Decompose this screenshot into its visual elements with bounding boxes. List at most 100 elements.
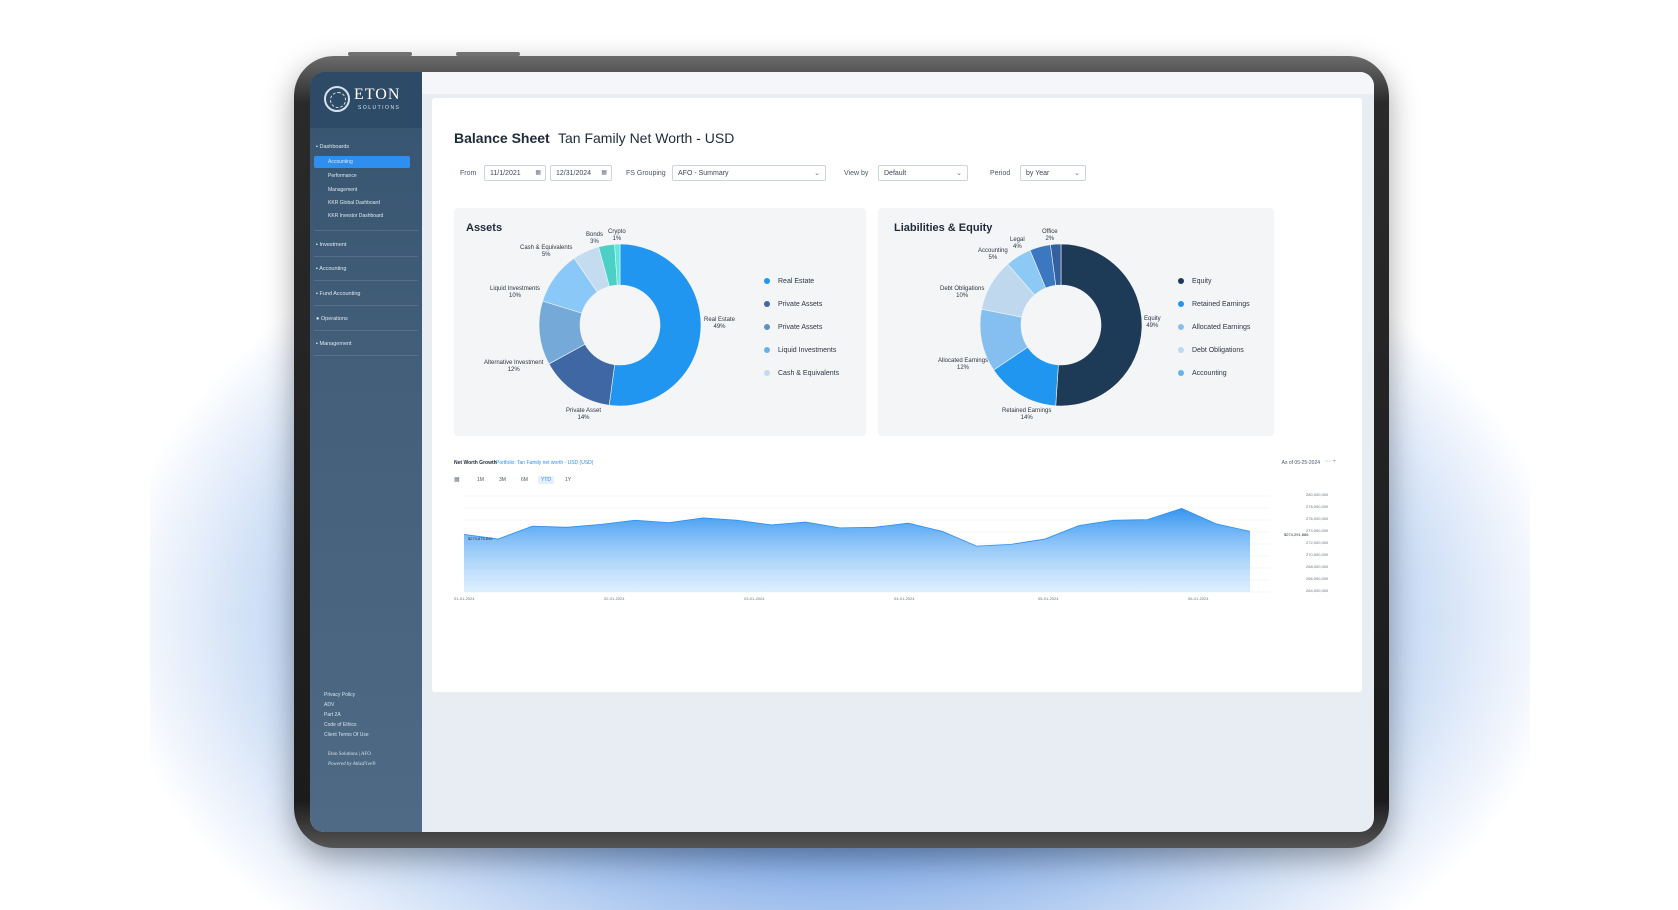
fs-grouping-label: FS Grouping (626, 170, 666, 177)
legend-item[interactable]: Retained Earnings (1178, 299, 1250, 322)
legend-item[interactable]: Accounting (1178, 368, 1250, 391)
range-6m[interactable]: 6M (518, 476, 531, 484)
legend-dot (1178, 347, 1184, 354)
sidebar-section-accounting[interactable]: ▪ Accounting (316, 266, 346, 272)
slice-label-liquid: Liquid Investments 10% (490, 286, 541, 299)
top-bar (422, 72, 1374, 94)
sidebar-item-accounting[interactable]: Accounting (328, 159, 353, 165)
legend-item[interactable]: Debt Obligations (1178, 345, 1250, 368)
growth-start-value: $273,875,840 (468, 536, 493, 541)
view-by-select[interactable]: Default ⌄ (878, 165, 968, 181)
legend-item[interactable]: Equity (1178, 276, 1250, 299)
slice-label-real-estate: Real Estate 49% (704, 317, 736, 330)
footer-link-adv[interactable]: ADV (324, 702, 334, 708)
footer-powered: Powered by AtlasFive® (328, 762, 376, 767)
y-tick: 280,000,000 (1306, 492, 1329, 497)
sidebar-item-kkr-investor[interactable]: KKR Investor Dashboard (328, 213, 383, 219)
slice-label-alternative: Alternative Investment 12% (484, 360, 544, 373)
growth-area-chart (463, 495, 1270, 593)
liabilities-legend: Equity Retained Earnings Allocated Earni… (1178, 276, 1250, 391)
slice-label-legal: Legal 4% (1010, 237, 1025, 250)
sidebar-section-management[interactable]: ▪ Management (316, 341, 352, 347)
slice-label-retained: Retained Earnings 14% (1002, 408, 1052, 421)
range-1y[interactable]: 1Y (562, 476, 574, 484)
growth-portfolio[interactable]: Portfolio: Tan Family net worth - USD (U… (496, 460, 593, 466)
calendar-icon[interactable]: ▦ (535, 169, 541, 176)
sidebar-item-kkr-global[interactable]: KKR Global Dashboard (328, 200, 380, 206)
calendar-icon[interactable]: ▦ (454, 476, 460, 483)
fs-grouping-select[interactable]: AFO - Summary ⌄ (672, 165, 826, 181)
legend-dot (1178, 278, 1184, 285)
legend-item[interactable]: Allocated Earnings (1178, 322, 1250, 345)
x-tick: 05-01-2024 (1038, 596, 1059, 601)
sidebar-item-management[interactable]: Management (328, 187, 357, 193)
sidebar-section-fund-accounting[interactable]: ▪ Fund Accounting (316, 291, 360, 297)
y-tick: 274,000,000 (1306, 528, 1329, 533)
balance-sheet-panel: Balance Sheet Tan Family Net Worth - USD… (432, 98, 1362, 692)
footer-link-part2a[interactable]: Part 2A (324, 712, 341, 718)
divider (314, 230, 418, 231)
divider (314, 305, 418, 306)
chevron-down-icon: ⌄ (814, 170, 820, 177)
from-label: From (460, 170, 477, 177)
x-tick: 04-01-2024 (894, 596, 915, 601)
legend-item[interactable]: Liquid Investments (764, 345, 839, 368)
x-tick: 06-01-2024 (1188, 596, 1209, 601)
brand-name: ETON (354, 86, 401, 103)
y-tick: 276,000,000 (1306, 516, 1329, 521)
sidebar-section-investment[interactable]: ▪ Investment (316, 242, 346, 248)
footer-link-ethics[interactable]: Code of Ethics (324, 722, 357, 728)
to-date-input[interactable]: 12/31/2024 ▦ (550, 165, 612, 181)
y-tick: 266,000,000 (1306, 576, 1329, 581)
growth-as-of: As of 05-25-2024 (1281, 460, 1320, 466)
calendar-icon[interactable]: ▦ (601, 169, 607, 176)
y-tick: 270,000,000 (1306, 552, 1329, 557)
x-tick: 01-01-2024 (454, 596, 475, 601)
view-by-label: View by (844, 170, 869, 177)
legend-dot (764, 278, 770, 285)
legend-dot (1178, 370, 1184, 377)
divider (314, 280, 418, 281)
slice-label-allocated: Allocated Earnings 12% (938, 358, 989, 371)
legend-item[interactable]: Cash & Equivalents (764, 368, 839, 391)
donut-slice-equity[interactable] (1055, 243, 1143, 407)
legend-dot (764, 347, 770, 354)
screen: ETON SOLUTIONS ▪ Dashboards Accounting P… (310, 72, 1374, 832)
range-1m[interactable]: 1M (474, 476, 487, 484)
sidebar: ETON SOLUTIONS ▪ Dashboards Accounting P… (310, 72, 422, 832)
slice-label-crypto: Crypto 1% (608, 229, 626, 242)
y-tick: 278,000,000 (1306, 504, 1329, 509)
slice-label-bonds: Bonds 3% (586, 232, 604, 245)
legend-dot (764, 324, 770, 331)
more-menu-icon[interactable]: ⋯ + (1325, 458, 1336, 465)
legend-item[interactable]: Private Assets (764, 299, 839, 322)
divider (314, 355, 418, 356)
range-ytd[interactable]: YTD (538, 476, 554, 484)
net-worth-growth: Net Worth Growth Portfolio: Tan Family n… (454, 458, 1344, 660)
legend-dot (1178, 301, 1184, 308)
logo[interactable]: ETON SOLUTIONS (310, 72, 422, 128)
sidebar-item-performance[interactable]: Performance (328, 173, 357, 179)
from-date-input[interactable]: 11/1/2021 ▦ (484, 165, 546, 181)
legend-item[interactable]: Private Assets (764, 322, 839, 345)
range-3m[interactable]: 3M (496, 476, 509, 484)
footer-link-privacy[interactable]: Privacy Policy (324, 692, 355, 698)
footer-brand: Eton Solutions | AFO (328, 752, 371, 757)
slice-label-private-asset: Private Asset 14% (566, 408, 602, 421)
growth-area[interactable] (464, 508, 1250, 592)
y-tick: 264,000,000 (1306, 588, 1329, 593)
sidebar-section-operations[interactable]: ● Operations (316, 316, 348, 322)
donut-slice-real-estate[interactable] (608, 243, 702, 407)
legend-dot (764, 301, 770, 308)
x-tick: 02-01-2024 (604, 596, 625, 601)
sidebar-section-dashboards[interactable]: ▪ Dashboards (316, 144, 349, 150)
period-select[interactable]: by Year ⌄ (1020, 165, 1086, 181)
y-tick: 268,000,000 (1306, 564, 1329, 569)
legend-dot (764, 370, 770, 377)
footer-link-terms[interactable]: Client Terms Of Use (324, 732, 369, 738)
legend-item[interactable]: Real Estate (764, 276, 839, 299)
divider (314, 256, 418, 257)
slice-label-equity: Equity 49% (1144, 316, 1161, 329)
assets-card: Assets Real Estate Private Assets Privat… (454, 208, 866, 436)
page-subtitle: Tan Family Net Worth - USD (558, 130, 735, 146)
